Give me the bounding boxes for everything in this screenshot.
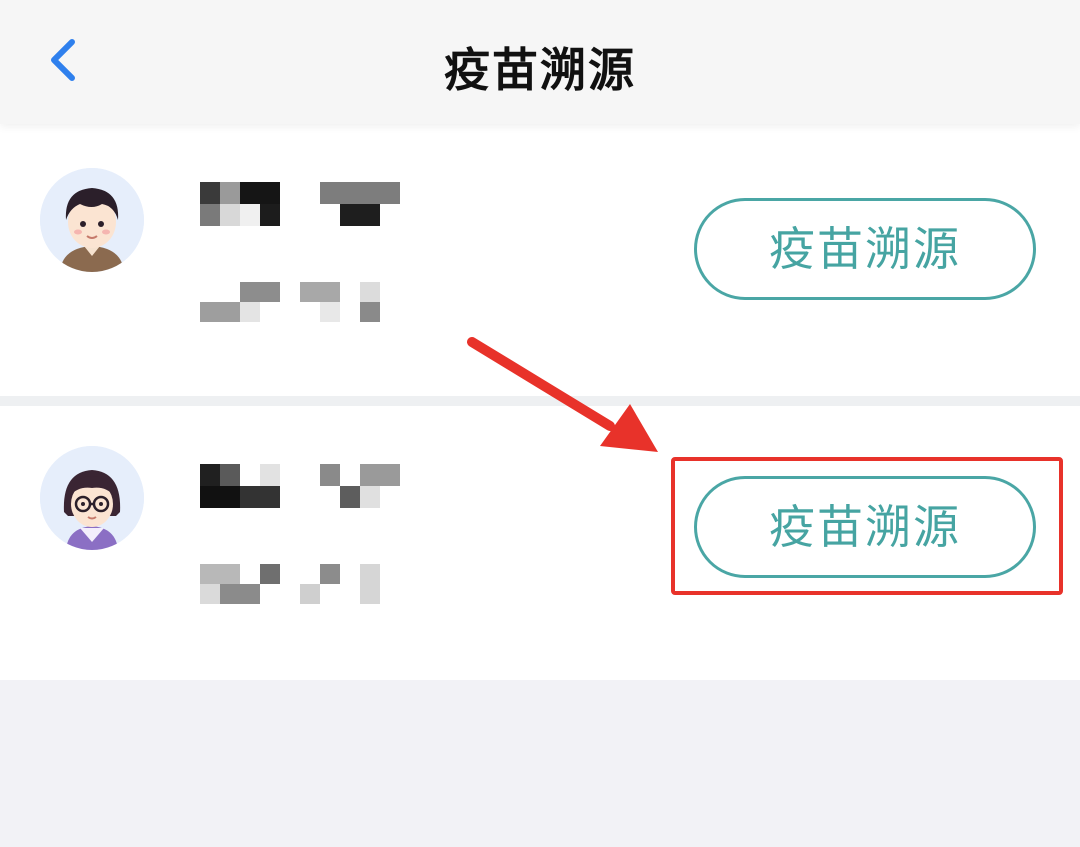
red-arrow-icon [467, 337, 658, 452]
member-id-redacted [200, 564, 405, 606]
boy-avatar-icon [40, 168, 144, 272]
member-name-redacted [200, 182, 405, 226]
page-title: 疫苗溯源 [444, 43, 636, 97]
girl-with-glasses-avatar-icon [40, 446, 144, 550]
member-name-redacted [200, 464, 405, 508]
navigation-bar: 疫苗溯源 [0, 0, 1080, 124]
highlight-box [671, 457, 1063, 595]
vaccine-trace-button[interactable]: 疫苗溯源 [694, 198, 1036, 300]
member-id-redacted [200, 282, 405, 324]
